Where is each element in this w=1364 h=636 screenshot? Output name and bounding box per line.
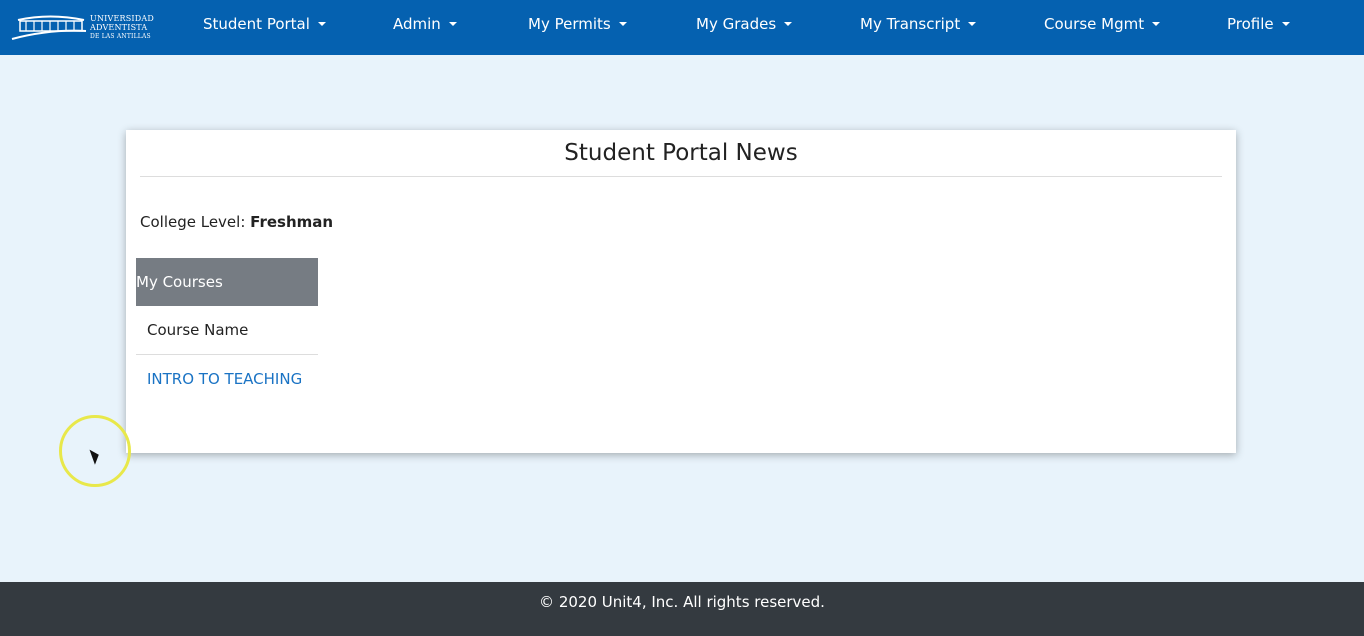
nav-student-portal[interactable]: Student Portal	[203, 15, 326, 33]
college-level: College Level: Freshman	[140, 213, 333, 231]
nav-course-mgmt[interactable]: Course Mgmt	[1044, 15, 1161, 33]
caret-down-icon	[317, 22, 326, 26]
course-name-column-header: Course Name	[136, 306, 318, 355]
nav-label: Student Portal	[203, 15, 310, 33]
nav-profile[interactable]: Profile	[1227, 15, 1290, 33]
nav-my-grades[interactable]: My Grades	[696, 15, 793, 33]
caret-down-icon	[1152, 22, 1161, 26]
caret-down-icon	[618, 22, 627, 26]
caret-down-icon	[1281, 22, 1290, 26]
news-card: Student Portal News College Level: Fresh…	[126, 130, 1236, 453]
brand-line-1: UNIVERSIDAD	[90, 13, 154, 23]
course-link[interactable]: INTRO TO TEACHING	[147, 370, 302, 388]
nav-label: Course Mgmt	[1044, 15, 1145, 33]
nav-my-permits[interactable]: My Permits	[528, 15, 627, 33]
copyright-text: © 2020 Unit4, Inc. All rights reserved.	[539, 593, 825, 611]
nav-admin[interactable]: Admin	[393, 15, 457, 33]
navbar: UNIVERSIDAD ADVENTISTA DE LAS ANTILLAS Stu…	[0, 0, 1364, 55]
college-level-value: Freshman	[250, 213, 334, 231]
university-logo[interactable]: UNIVERSIDAD ADVENTISTA DE LAS ANTILLAS	[10, 10, 160, 44]
nav-my-transcript[interactable]: My Transcript	[860, 15, 977, 33]
my-courses-header: My Courses	[136, 258, 318, 306]
building-logo-icon	[11, 15, 87, 40]
caret-down-icon	[968, 22, 977, 26]
nav-label: Admin	[393, 15, 441, 33]
card-title: Student Portal News	[140, 140, 1222, 177]
brand-line-2: ADVENTISTA	[90, 22, 148, 32]
nav-label: Profile	[1227, 15, 1274, 33]
nav-label: My Permits	[528, 15, 611, 33]
nav-label: My Transcript	[860, 15, 961, 33]
college-level-label: College Level:	[140, 213, 246, 231]
nav-label: My Grades	[696, 15, 777, 33]
caret-down-icon	[784, 22, 793, 26]
brand-line-3: DE LAS ANTILLAS	[90, 32, 151, 40]
footer: © 2020 Unit4, Inc. All rights reserved.	[0, 582, 1364, 636]
caret-down-icon	[448, 22, 457, 26]
